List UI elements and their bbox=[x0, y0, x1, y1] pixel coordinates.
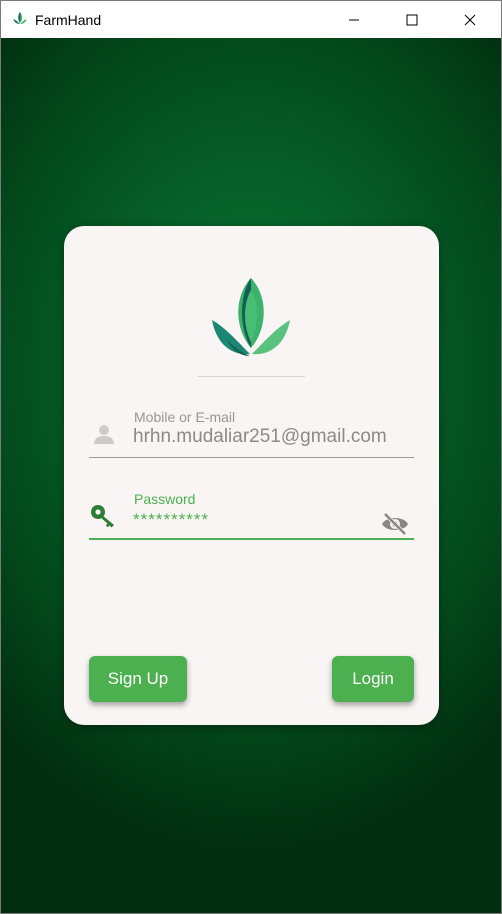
app-window: FarmHand Mobile or E-mail hrhn.mudaliar2… bbox=[0, 0, 502, 914]
maximize-button[interactable] bbox=[389, 1, 435, 38]
farmhand-leaf-icon bbox=[13, 12, 27, 24]
login-button[interactable]: Login bbox=[332, 656, 414, 702]
password-input[interactable]: ********** bbox=[133, 510, 399, 530]
minimize-button[interactable] bbox=[331, 1, 377, 38]
password-underline bbox=[89, 538, 414, 540]
sign-up-button[interactable]: Sign Up bbox=[89, 656, 187, 702]
password-label: Password bbox=[134, 491, 196, 507]
maximize-icon bbox=[406, 14, 418, 25]
person-icon bbox=[94, 425, 114, 444]
close-icon bbox=[464, 14, 476, 25]
title-bar[interactable]: FarmHand bbox=[1, 1, 501, 38]
window-title: FarmHand bbox=[35, 12, 102, 28]
email-underline bbox=[89, 457, 414, 458]
email-label: Mobile or E-mail bbox=[134, 409, 236, 425]
close-button[interactable] bbox=[447, 1, 493, 38]
app-background: Mobile or E-mail hrhn.mudaliar251@gmail.… bbox=[1, 38, 501, 913]
logo-divider bbox=[198, 376, 305, 377]
password-field[interactable]: Password ********** bbox=[89, 484, 414, 540]
key-icon bbox=[91, 505, 114, 528]
minimize-icon bbox=[349, 19, 359, 20]
email-field[interactable]: Mobile or E-mail hrhn.mudaliar251@gmail.… bbox=[89, 402, 414, 458]
login-card: Mobile or E-mail hrhn.mudaliar251@gmail.… bbox=[64, 226, 439, 725]
farmhand-leaf-logo bbox=[212, 278, 290, 356]
eye-off-icon[interactable] bbox=[380, 512, 410, 536]
email-input[interactable]: hrhn.mudaliar251@gmail.com bbox=[133, 426, 399, 448]
